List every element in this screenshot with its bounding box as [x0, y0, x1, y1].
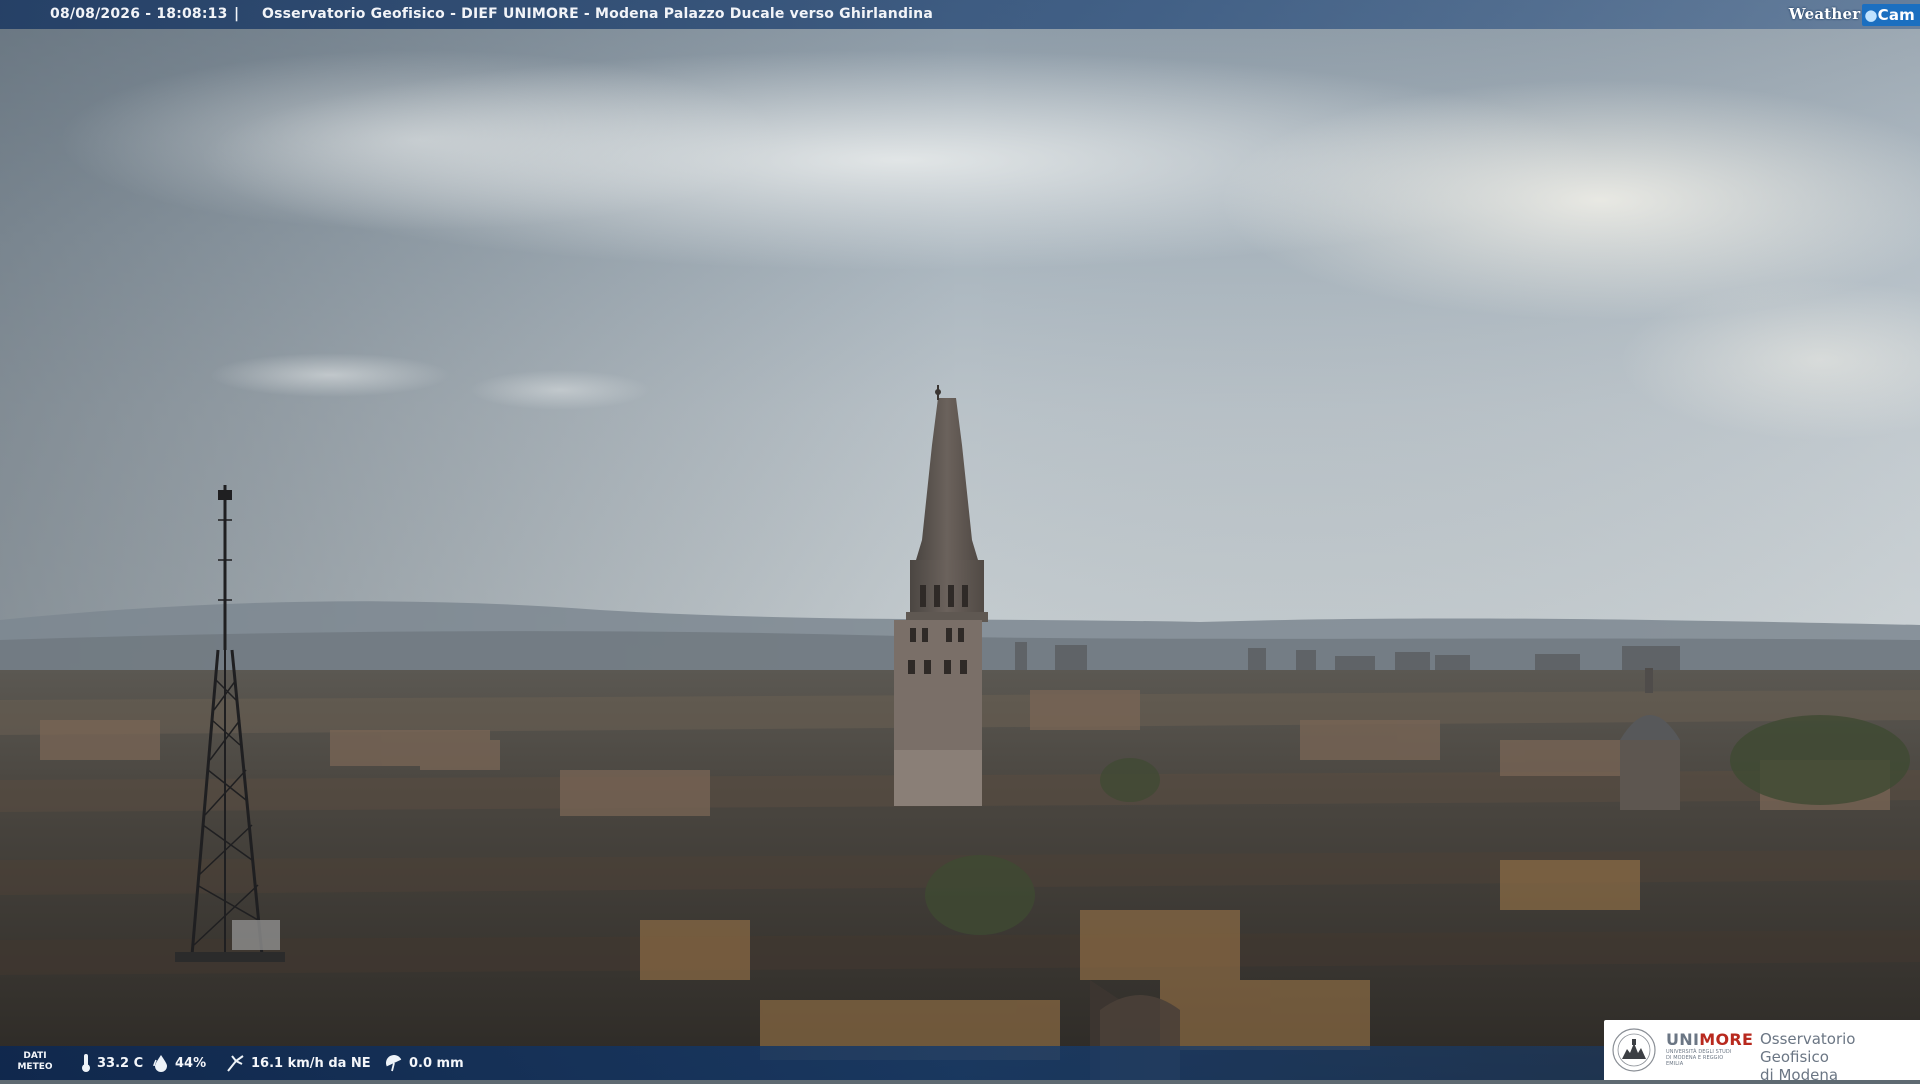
- temperature-reading: 33.2 C: [80, 1046, 143, 1080]
- eye-icon: ●: [1864, 5, 1878, 24]
- drop-icon: [153, 1055, 167, 1072]
- wind-value: 16.1 km/h da NE: [251, 1055, 371, 1071]
- unimore-logo-box: UNIMORE UNIVERSITÀ DEGLI STUDI DI MODENA…: [1604, 1020, 1920, 1084]
- thermometer-icon: [82, 1054, 90, 1072]
- dati-meteo-label: DATI METEO: [14, 1051, 56, 1073]
- dati-label-line1: DATI: [23, 1051, 47, 1061]
- unimore-name-uni: UNI: [1666, 1030, 1700, 1049]
- wind-icon: [227, 1055, 244, 1072]
- umbrella-icon: [386, 1055, 402, 1072]
- caption-bar: 08/08/2026 - 18:08:13 | Osservatorio Geo…: [0, 0, 1920, 29]
- caption-separator: |: [234, 6, 240, 22]
- weathercam-logo-cam-text: Cam: [1877, 5, 1915, 24]
- unimore-name-more: MORE: [1699, 1030, 1754, 1049]
- observatory-name: Osservatorio Geofisico di Modena: [1760, 1030, 1920, 1084]
- timestamp: 08/08/2026 - 18:08:13: [50, 6, 228, 22]
- observatory-name-line1: Osservatorio Geofisico: [1760, 1030, 1856, 1066]
- observatory-name-line2: di Modena: [1760, 1066, 1839, 1084]
- unimore-name: UNIMORE: [1666, 1030, 1753, 1049]
- humidity-reading: 44%: [152, 1046, 206, 1080]
- weathercam-logo-cam: ●Cam: [1862, 3, 1920, 26]
- dati-label-line2: METEO: [17, 1062, 53, 1072]
- webcam-photo: [0, 0, 1920, 1080]
- weathercam-logo: Weather ●Cam: [1789, 0, 1920, 29]
- unimore-subtitle: UNIVERSITÀ DEGLI STUDI DI MODENA E REGGI…: [1666, 1049, 1732, 1067]
- rain-reading: 0.0 mm: [384, 1046, 464, 1080]
- rain-value: 0.0 mm: [409, 1055, 464, 1071]
- humidity-value: 44%: [175, 1055, 207, 1071]
- unimore-seal-icon: [1612, 1028, 1656, 1072]
- camera-title: Osservatorio Geofisico - DIEF UNIMORE - …: [262, 6, 933, 22]
- temperature-value: 33.2 C: [97, 1055, 144, 1071]
- weathercam-logo-weather: Weather: [1788, 5, 1861, 23]
- wind-reading: 16.1 km/h da NE: [226, 1046, 371, 1080]
